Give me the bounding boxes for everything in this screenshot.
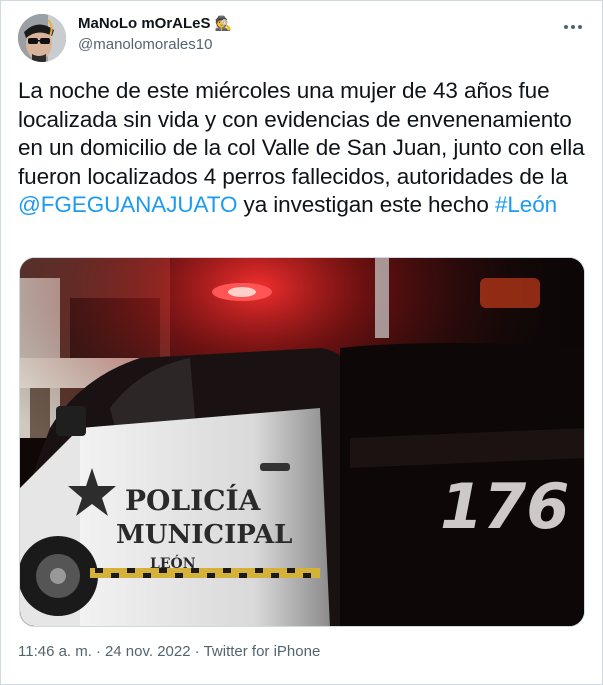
- avatar[interactable]: [18, 14, 66, 62]
- mention-link[interactable]: @FGEGUANAJUATO: [18, 192, 237, 217]
- tweet-date[interactable]: 24 nov. 2022: [105, 643, 191, 660]
- meta-separator: ·: [194, 643, 200, 660]
- author-display-name[interactable]: MaNoLo mOrALeS 🕵️: [78, 15, 232, 32]
- tweet-text-segment: La noche de este miércoles una mujer de …: [18, 78, 585, 189]
- door-text-line3: LEÓN: [150, 554, 196, 572]
- door-text-line1: POLICÍA: [125, 484, 262, 517]
- tweet-time[interactable]: 11:46 a. m.: [18, 643, 92, 660]
- meta-separator: ·: [95, 643, 101, 660]
- detective-emoji-icon: 🕵️: [214, 15, 232, 31]
- tweet-meta: 11:46 a. m. · 24 nov. 2022 · Twitter for iPh…: [18, 643, 320, 660]
- more-options-button[interactable]: [559, 13, 587, 41]
- police-car-photo: POLICÍA MUNICIPAL LEÓN 176: [20, 258, 584, 626]
- tweet-text: La noche de este miércoles una mujer de …: [18, 77, 586, 220]
- unit-number-text: 176: [440, 470, 569, 543]
- more-horizontal-icon-dot: [571, 25, 575, 29]
- tweet-text-segment: ya investigan este hecho: [237, 192, 495, 217]
- avatar-image: [18, 14, 66, 62]
- more-horizontal-icon-dot: [564, 25, 568, 29]
- more-horizontal-icon-dot: [578, 25, 582, 29]
- tweet-card: MaNoLo mOrALeS 🕵️ @manolomorales10 La noc…: [0, 0, 603, 685]
- author-handle[interactable]: @manolomorales10: [78, 36, 212, 53]
- tweet-source[interactable]: Twitter for iPhone: [204, 643, 321, 660]
- author-name-text: MaNoLo mOrALeS: [78, 15, 211, 32]
- tweet-media-photo[interactable]: POLICÍA MUNICIPAL LEÓN 176: [19, 257, 585, 627]
- door-text-line2: MUNICIPAL: [116, 520, 292, 550]
- hashtag-link[interactable]: #León: [495, 192, 557, 217]
